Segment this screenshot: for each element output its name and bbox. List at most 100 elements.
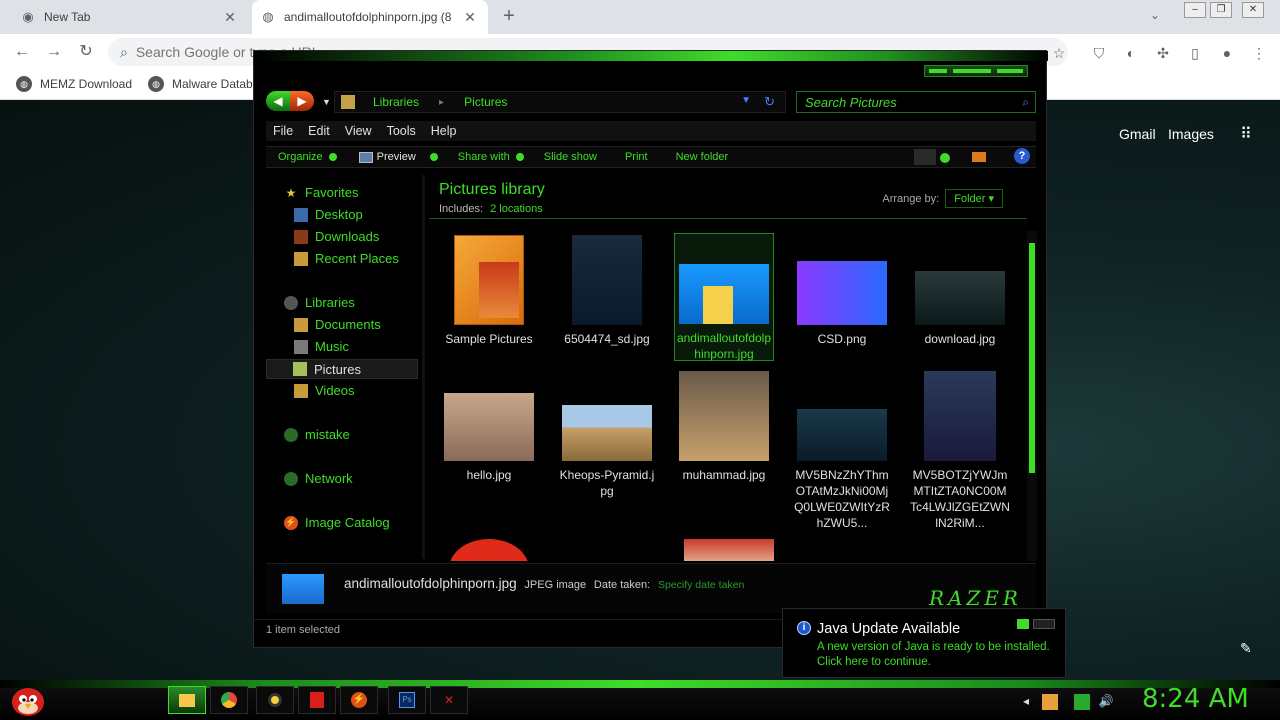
bookmark-malware[interactable]: ◍ Malware Databa: [148, 76, 259, 92]
taskbar-acrobat[interactable]: [298, 686, 336, 714]
apps-grid-icon[interactable]: ⠿: [1236, 124, 1256, 144]
reload-icon[interactable]: ↻: [76, 42, 96, 62]
search-icon[interactable]: ⌕: [1022, 95, 1029, 110]
file-item[interactable]: MV5BNzZhYThmOTAtMzJkNi00MjQ0LWE0ZWItYzRh…: [792, 371, 892, 531]
menu-view[interactable]: View: [345, 124, 372, 138]
address-bar[interactable]: Libraries ▸ Pictures ▼ ↻: [334, 91, 786, 113]
star-icon[interactable]: ☆: [1050, 44, 1068, 62]
taskbar-razer[interactable]: ✕: [430, 686, 468, 714]
file-item[interactable]: Kheops-Pyramid.jpg: [557, 371, 657, 499]
tab-search-icon[interactable]: ⌄: [1150, 8, 1160, 22]
back-arrow-icon[interactable]: ◀: [266, 91, 290, 111]
menu-edit[interactable]: Edit: [308, 124, 330, 138]
network-tray-icon[interactable]: [1074, 694, 1090, 710]
file-item[interactable]: Sample Pictures: [439, 235, 539, 347]
search-input[interactable]: [805, 94, 1005, 110]
preview-pane-icon[interactable]: [972, 152, 986, 162]
menu-file[interactable]: File: [273, 124, 293, 138]
back-icon[interactable]: ←: [12, 42, 32, 62]
tray-arrow-icon[interactable]: ◂: [1018, 694, 1034, 710]
close-icon[interactable]: ✕: [220, 9, 240, 26]
nav-pictures[interactable]: Pictures: [266, 359, 418, 379]
minimize-icon[interactable]: [929, 69, 947, 73]
chevron-right-icon[interactable]: ▸: [439, 97, 444, 108]
help-icon[interactable]: ?: [1014, 148, 1030, 164]
pin-icon[interactable]: [1017, 619, 1029, 629]
file-item[interactable]: CSD.png: [792, 235, 892, 347]
file-item[interactable]: muhammad.jpg: [674, 371, 774, 483]
taskbar-photoshop[interactable]: Ps: [388, 686, 426, 714]
taskbar-explorer[interactable]: [168, 686, 206, 714]
breadcrumb-pictures[interactable]: Pictures: [464, 95, 507, 109]
notification-line-1[interactable]: A new version of Java is ready to be ins…: [817, 641, 1050, 653]
extension-flag-icon[interactable]: ◐: [1122, 44, 1140, 62]
java-update-notification[interactable]: i Java Update Available A new version of…: [782, 608, 1066, 678]
minimize-button[interactable]: –: [1184, 2, 1206, 18]
history-dropdown-icon[interactable]: ▼: [322, 97, 331, 107]
organize-button[interactable]: Organize: [278, 151, 337, 163]
forward-arrow-icon[interactable]: ▶: [290, 91, 314, 111]
menu-icon[interactable]: ⋮: [1250, 44, 1268, 62]
images-link[interactable]: Images: [1168, 126, 1214, 142]
tab-image[interactable]: ◍ andimalloutofdolphinporn.jpg (8 ✕: [252, 0, 488, 34]
java-tray-icon[interactable]: [1042, 694, 1058, 710]
file-item[interactable]: MV5BOTZjYWJmMTItZTA0NC00MTc4LWJlZGEtZWNl…: [910, 371, 1010, 531]
search-pictures-box[interactable]: ⌕: [796, 91, 1036, 113]
print-button[interactable]: Print: [625, 151, 648, 163]
nav-documents[interactable]: Documents: [294, 317, 381, 332]
tab-new-tab[interactable]: ◉ New Tab ✕: [8, 0, 248, 34]
view-options-icon[interactable]: [914, 149, 936, 165]
arrange-dropdown[interactable]: Folder ▾: [945, 189, 1003, 208]
preview-button[interactable]: Preview: [358, 151, 438, 163]
taskbar-catalog[interactable]: ⚡: [340, 686, 378, 714]
maximize-button[interactable]: ❐: [1210, 2, 1232, 18]
scroll-thumb[interactable]: [1029, 243, 1035, 473]
shield-icon[interactable]: ⛉: [1090, 44, 1108, 62]
nav-image-catalog[interactable]: ⚡ Image Catalog: [284, 515, 390, 530]
close-window-button[interactable]: ✕: [1242, 2, 1264, 18]
window-controls[interactable]: [924, 65, 1028, 77]
locations-link[interactable]: 2 locations: [490, 203, 543, 215]
close-icon[interactable]: [1033, 619, 1055, 629]
nav-downloads[interactable]: Downloads: [294, 229, 379, 244]
nav-favorites[interactable]: ★ Favorites: [284, 185, 359, 200]
profile-icon[interactable]: ●: [1218, 44, 1236, 62]
nav-libraries[interactable]: Libraries: [284, 295, 355, 310]
taskbar-clock[interactable]: 8:24 AM: [1142, 684, 1249, 714]
taskbar-media[interactable]: [256, 686, 294, 714]
bookmark-memz[interactable]: ◍ MEMZ Download: [16, 76, 132, 92]
breadcrumb-libraries[interactable]: Libraries: [373, 95, 419, 109]
vertical-scrollbar[interactable]: [1027, 231, 1037, 561]
new-tab-button[interactable]: +: [498, 6, 520, 28]
gmail-link[interactable]: Gmail: [1119, 126, 1156, 142]
pencil-icon[interactable]: ✎: [1240, 640, 1252, 657]
nav-videos[interactable]: Videos: [294, 383, 355, 398]
view-dropdown-icon[interactable]: [940, 153, 950, 163]
thumbnail-partial[interactable]: [449, 539, 529, 561]
notification-line-2[interactable]: Click here to continue.: [817, 656, 931, 668]
close-icon[interactable]: [997, 69, 1023, 73]
maximize-icon[interactable]: [953, 69, 991, 73]
chevron-down-icon[interactable]: ▼: [741, 95, 751, 106]
new-folder-button[interactable]: New folder: [676, 151, 729, 163]
share-button[interactable]: Share with: [458, 151, 524, 163]
forward-icon[interactable]: →: [44, 42, 64, 62]
taskbar-chrome[interactable]: [210, 686, 248, 714]
slideshow-button[interactable]: Slide show: [544, 151, 597, 163]
file-item[interactable]: download.jpg: [910, 235, 1010, 347]
close-icon[interactable]: ✕: [460, 9, 480, 26]
menu-tools[interactable]: Tools: [387, 124, 416, 138]
refresh-icon[interactable]: ↻: [764, 94, 775, 110]
volume-icon[interactable]: 🔊: [1098, 694, 1114, 710]
file-item-selected[interactable]: andimalloutofdolphinporn.jpg: [674, 233, 774, 361]
file-item[interactable]: 6504474_sd.jpg: [557, 235, 657, 347]
file-item[interactable]: hello.jpg: [439, 371, 539, 483]
thumbnail-partial[interactable]: [684, 539, 774, 561]
sidepanel-icon[interactable]: ▯: [1186, 44, 1204, 62]
nav-music[interactable]: Music: [294, 339, 349, 354]
menu-help[interactable]: Help: [431, 124, 457, 138]
pane-splitter[interactable]: [422, 175, 425, 559]
nav-network[interactable]: Network: [284, 471, 353, 486]
nav-desktop[interactable]: Desktop: [294, 207, 363, 222]
nav-mistake[interactable]: mistake: [284, 427, 350, 442]
